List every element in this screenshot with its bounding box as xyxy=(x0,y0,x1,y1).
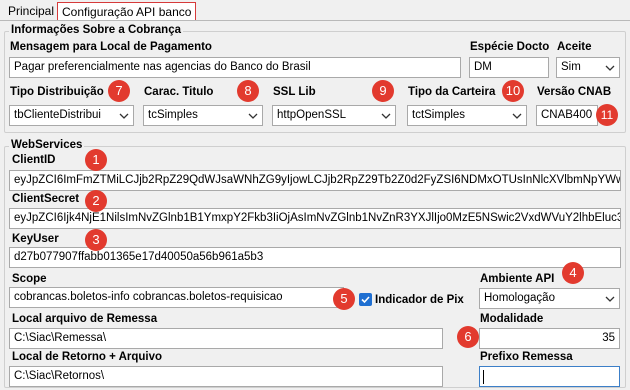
mensagem-label: Mensagem para Local de Pagamento xyxy=(10,41,212,53)
client-id-label: ClientID xyxy=(12,154,56,166)
tipo-distribuicao-label: Tipo Distribuição xyxy=(10,86,104,98)
key-user-label: KeyUser xyxy=(12,233,59,245)
webservices-group-title: WebServices xyxy=(9,139,85,151)
client-secret-label: ClientSecret xyxy=(12,193,80,205)
ambiente-select[interactable]: Homologação xyxy=(479,288,620,309)
prefixo-input[interactable] xyxy=(479,366,620,387)
local-remessa-label: Local arquivo de Remessa xyxy=(12,313,158,325)
chevron-down-icon xyxy=(605,65,615,71)
local-remessa-input[interactable]: C:\Siac\Remessa\ xyxy=(9,328,443,349)
badge-7: 7 xyxy=(108,80,130,102)
carac-titulo-label: Carac. Titulo xyxy=(144,86,214,98)
client-secret-input[interactable]: eyJpZCI6Ijk4NjE1NilsImNvZGlnb1B1YmxpY2Fk… xyxy=(9,208,621,229)
tab-principal[interactable]: Principal xyxy=(4,2,58,20)
badge-5: 5 xyxy=(333,288,355,310)
local-retorno-label: Local de Retorno + Arquivo xyxy=(12,351,163,363)
badge-3: 3 xyxy=(85,229,107,251)
scope-label: Scope xyxy=(12,273,47,285)
tab-divider xyxy=(0,20,630,21)
info-group-title: Informações Sobre a Cobrança xyxy=(9,24,183,36)
versao-cnab-input[interactable]: CNAB400 xyxy=(536,105,598,126)
badge-1: 1 xyxy=(85,149,107,171)
chevron-down-icon xyxy=(248,113,258,119)
tab-configuracao-api-banco[interactable]: Configuração API banco xyxy=(57,2,197,20)
modalidade-input[interactable]: 35 xyxy=(479,328,620,349)
ssl-lib-select[interactable]: httpOpenSSL xyxy=(272,105,396,126)
badge-4: 4 xyxy=(562,262,584,284)
indicador-pix-checkbox[interactable] xyxy=(359,293,372,306)
badge-6: 6 xyxy=(457,326,479,348)
key-user-input[interactable]: d27b077907ffabb01365e17d40050a56b961a5b3 xyxy=(9,247,621,268)
prefixo-label: Prefixo Remessa xyxy=(480,351,573,363)
badge-8: 8 xyxy=(237,80,259,102)
ssl-lib-label: SSL Lib xyxy=(273,86,316,98)
especie-input[interactable]: DM xyxy=(469,57,549,78)
badge-2: 2 xyxy=(85,190,107,212)
especie-label: Espécie Docto xyxy=(470,41,550,53)
carac-titulo-select[interactable]: tcSimples xyxy=(143,105,263,126)
chevron-down-icon xyxy=(512,113,522,119)
carac-titulo-value: tcSimples xyxy=(148,109,198,121)
tipo-carteira-value: tctSimples xyxy=(412,109,466,121)
indicador-pix-label: Indicador de Pix xyxy=(375,294,464,306)
tipo-distribuicao-value: tbClienteDistribui xyxy=(14,109,101,121)
tipo-carteira-label: Tipo da Carteira xyxy=(408,86,496,98)
ambiente-value: Homologação xyxy=(484,292,555,304)
client-id-input[interactable]: eyJpZCI6ImFmZTMiLCJjb2RpZ29QdWJsaWNhZG9y… xyxy=(9,170,621,191)
badge-11: 11 xyxy=(596,104,618,126)
aceite-select[interactable]: Sim xyxy=(556,57,620,78)
check-icon xyxy=(361,296,370,304)
mensagem-input[interactable]: Pagar preferencialmente nas agencias do … xyxy=(9,57,461,78)
ambiente-label: Ambiente API xyxy=(480,273,555,285)
chevron-down-icon xyxy=(605,296,615,302)
badge-9: 9 xyxy=(372,80,394,102)
local-retorno-input[interactable]: C:\Siac\Retornos\ xyxy=(9,366,443,387)
chevron-down-icon xyxy=(381,113,391,119)
aceite-label: Aceite xyxy=(557,41,592,53)
text-cursor xyxy=(483,370,484,384)
tipo-distribuicao-select[interactable]: tbClienteDistribui xyxy=(9,105,134,126)
chevron-down-icon xyxy=(119,113,129,119)
scope-input[interactable]: cobrancas.boletos-info cobrancas.boletos… xyxy=(9,287,344,308)
ssl-lib-value: httpOpenSSL xyxy=(277,109,347,121)
versao-cnab-label: Versão CNAB xyxy=(537,86,612,98)
modalidade-label: Modalidade xyxy=(480,313,544,325)
badge-10: 10 xyxy=(502,80,524,102)
tipo-carteira-select[interactable]: tctSimples xyxy=(407,105,527,126)
aceite-value: Sim xyxy=(561,61,581,73)
